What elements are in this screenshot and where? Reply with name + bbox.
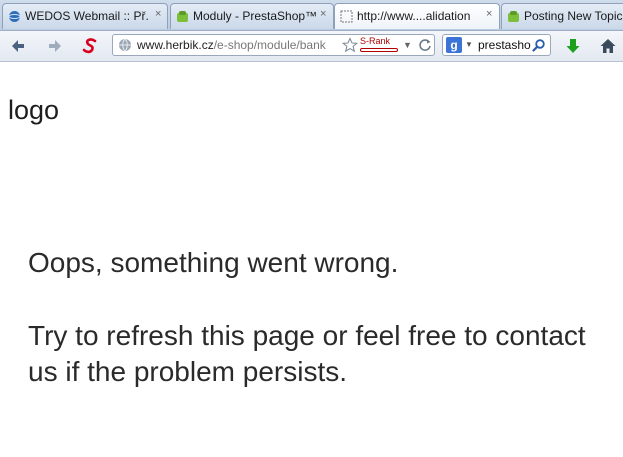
url-host: www.herbik.cz xyxy=(137,38,214,52)
tab-validation-active[interactable]: http://www....alidation × xyxy=(334,3,500,29)
close-icon[interactable]: × xyxy=(320,8,326,20)
back-icon[interactable] xyxy=(9,37,27,55)
home-icon[interactable] xyxy=(599,37,617,55)
tab-posting-new-topic[interactable]: Posting New Topic xyxy=(501,3,623,29)
close-icon[interactable]: × xyxy=(486,8,492,20)
engine-dropdown-icon[interactable]: ▼ xyxy=(465,40,473,49)
blank-page-icon xyxy=(340,10,353,23)
close-icon[interactable]: × xyxy=(155,8,161,20)
error-message: Try to refresh this page or feel free to… xyxy=(28,320,586,387)
s-rank-label[interactable]: S-Rank xyxy=(360,36,390,46)
prestashop-icon xyxy=(177,11,188,22)
google-icon[interactable]: g xyxy=(446,37,462,53)
error-title: Oops, something went wrong. xyxy=(28,247,399,278)
dropdown-arrow-icon[interactable]: ▼ xyxy=(403,40,412,50)
navigation-toolbar: www.herbik.cz/e-shop/module/bank S-Rank … xyxy=(0,31,623,62)
url-path: /e-shop/module/bank xyxy=(213,38,326,52)
tab-wedos-webmail[interactable]: WEDOS Webmail :: Př... × xyxy=(2,3,168,29)
search-icon[interactable] xyxy=(532,38,546,52)
prestashop-icon xyxy=(508,11,519,22)
site-logo[interactable]: logo xyxy=(8,95,59,126)
page-content: logo Oops, something went wrong. Try to … xyxy=(0,62,623,457)
address-bar[interactable]: www.herbik.cz/e-shop/module/bank S-Rank … xyxy=(112,34,435,56)
tab-label: WEDOS Webmail :: Př... xyxy=(25,9,149,23)
tab-strip: WEDOS Webmail :: Př... × Moduly - Presta… xyxy=(0,0,623,31)
bookmark-star-icon[interactable] xyxy=(342,37,358,53)
tab-label: Posting New Topic xyxy=(524,9,623,23)
url-text[interactable]: www.herbik.cz/e-shop/module/bank xyxy=(137,38,326,52)
s-rank-bar xyxy=(360,48,398,52)
s-addon-icon[interactable] xyxy=(81,37,99,55)
globe-icon xyxy=(119,38,131,52)
tab-label: http://www....alidation xyxy=(357,9,471,23)
search-input[interactable]: prestasho xyxy=(478,38,531,52)
webmail-icon xyxy=(8,11,21,22)
tab-label: Moduly - PrestaShop™ xyxy=(193,9,317,23)
download-icon[interactable] xyxy=(564,37,582,55)
search-box[interactable]: g ▼ prestasho xyxy=(442,34,551,56)
reload-icon[interactable] xyxy=(418,38,432,52)
forward-icon[interactable] xyxy=(46,37,64,55)
tab-prestashop-moduly[interactable]: Moduly - PrestaShop™ × xyxy=(170,3,334,29)
